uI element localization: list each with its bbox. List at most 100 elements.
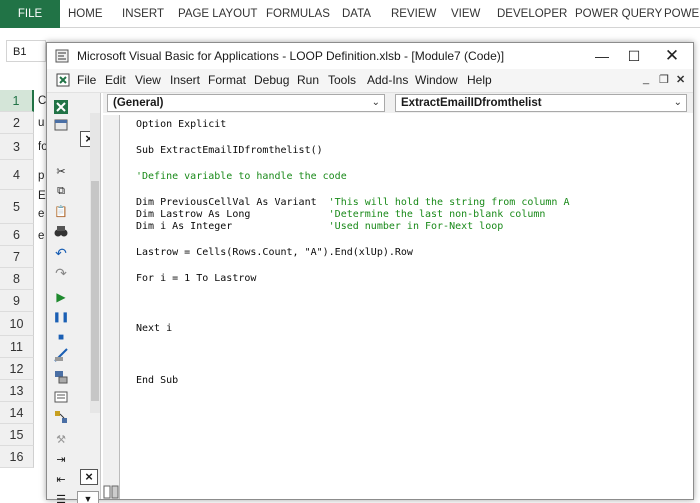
code-line[interactable]: Option Explicit [136, 119, 226, 130]
find-icon[interactable] [53, 223, 69, 239]
cut-icon[interactable]: ✂ [53, 163, 69, 179]
code-text: Dim Lastrow As Long [136, 209, 329, 220]
code-line[interactable]: Sub ExtractEmailIDfromthelist() [136, 145, 323, 156]
cell-text: p [38, 170, 45, 182]
tab-insert[interactable]: INSERT [122, 0, 164, 28]
tab-developer[interactable]: DEVELOPER [497, 0, 567, 28]
excel-ribbon: FILE HOME INSERT PAGE LAYOUT FORMULAS DA… [0, 0, 700, 28]
project-explorer-icon[interactable] [53, 369, 69, 385]
object-combo[interactable]: (General) ⌄ [107, 94, 385, 112]
row-header[interactable]: 16 [0, 446, 34, 468]
menu-window[interactable]: Window [415, 73, 458, 87]
mdi-minimize-button[interactable]: _ [643, 73, 649, 85]
row-header[interactable]: 11 [0, 336, 34, 358]
code-margin[interactable] [103, 115, 119, 499]
cell-text: e [38, 230, 45, 242]
tab-power-pivot[interactable]: POWE [664, 0, 699, 28]
cell-text: u [38, 117, 45, 129]
name-box[interactable]: B1 [6, 40, 46, 62]
indent-icon[interactable]: ⇥ [53, 451, 69, 467]
mdi-close-button[interactable]: ✕ [676, 73, 685, 86]
menu-view[interactable]: View [135, 73, 161, 87]
menu-debug[interactable]: Debug [254, 73, 289, 87]
outdent-icon[interactable]: ⇤ [53, 471, 69, 487]
row-header[interactable]: 6 [0, 224, 34, 246]
procedure-combo-value: ExtractEmailIDfromthelist [401, 97, 542, 109]
row-header[interactable]: 7 [0, 246, 34, 268]
excel-view-icon[interactable] [55, 72, 71, 88]
row-header[interactable]: 8 [0, 268, 34, 290]
design-mode-icon[interactable] [53, 347, 69, 363]
title-bar: Microsoft Visual Basic for Applications … [47, 43, 693, 69]
row-header[interactable]: 2 [0, 112, 34, 134]
menu-run[interactable]: Run [297, 73, 319, 87]
row-header[interactable]: 1 [0, 90, 34, 112]
row-header[interactable]: 15 [0, 424, 34, 446]
tab-data[interactable]: DATA [342, 0, 371, 28]
close-pane-icon[interactable]: × [80, 469, 98, 485]
vbe-window: Microsoft Visual Basic for Applications … [46, 42, 694, 503]
menu-add-ins[interactable]: Add-Ins [367, 73, 408, 87]
tab-review[interactable]: REVIEW [391, 0, 436, 28]
code-line[interactable]: End Sub [136, 375, 178, 386]
properties-icon[interactable] [53, 389, 69, 405]
view-toggle-icons[interactable] [103, 485, 119, 499]
code-text: Dim PreviousCellVal As Variant [136, 197, 329, 208]
code-editor[interactable]: Option Explicit Sub ExtractEmailIDfromth… [119, 115, 693, 499]
menu-format[interactable]: Format [208, 73, 246, 87]
reset-icon[interactable]: ■ [53, 329, 69, 345]
comment-block-icon[interactable]: ☰ [53, 491, 69, 503]
code-line[interactable]: Lastrow = Cells(Rows.Count, "A").End(xlU… [136, 247, 413, 258]
row-header[interactable]: 5 [0, 190, 34, 224]
code-text: Dim i As Integer [136, 221, 329, 232]
row-header[interactable]: 4 [0, 160, 34, 190]
undo-icon[interactable]: ↶ [53, 245, 69, 261]
paste-icon[interactable]: 📋 [53, 203, 69, 219]
scroll-thumb[interactable] [91, 181, 99, 401]
object-browser-icon[interactable] [53, 409, 69, 425]
break-icon[interactable]: ❚❚ [53, 309, 70, 325]
code-line[interactable]: Dim PreviousCellVal As Variant 'This wil… [136, 197, 569, 208]
row-header[interactable]: 3 [0, 134, 34, 160]
menu-help[interactable]: Help [467, 73, 492, 87]
row-header[interactable]: 10 [0, 312, 34, 336]
code-comment: 'This will hold the string from column A [328, 197, 570, 208]
window-title: Microsoft Visual Basic for Applications … [77, 49, 505, 63]
close-button[interactable]: ✕ [649, 43, 695, 69]
row-header[interactable]: 9 [0, 290, 34, 312]
code-pane: (General) ⌄ ExtractEmailIDfromthelist ⌄ … [103, 93, 693, 499]
excel-icon[interactable] [53, 99, 69, 115]
left-toolbar: × ✂ ⧉ 📋 ↶ ↷ ▶ ❚❚ ■ ⚒ ⇥ ⇤ ☰ × ▼ [47, 93, 101, 503]
code-line[interactable]: Next i [136, 323, 172, 334]
mdi-restore-button[interactable]: ❐ [659, 73, 669, 86]
combo-row: (General) ⌄ ExtractEmailIDfromthelist ⌄ [103, 93, 693, 113]
toolbox-icon[interactable]: ⚒ [53, 431, 69, 447]
cell-text: E [38, 190, 46, 202]
vertical-scrollbar[interactable] [90, 113, 100, 413]
tab-power-query[interactable]: POWER QUERY [575, 0, 662, 28]
redo-icon[interactable]: ↷ [53, 265, 69, 281]
tab-formulas[interactable]: FORMULAS [266, 0, 330, 28]
menu-edit[interactable]: Edit [105, 73, 126, 87]
menu-file[interactable]: File [77, 73, 96, 87]
tab-page-layout[interactable]: PAGE LAYOUT [178, 0, 257, 28]
insert-module-icon[interactable] [53, 117, 69, 133]
code-line[interactable]: Dim Lastrow As Long 'Determine the last … [136, 209, 545, 220]
menu-tools[interactable]: Tools [328, 73, 356, 87]
pane-dropdown[interactable]: ▼ [77, 491, 99, 503]
row-header[interactable]: 13 [0, 380, 34, 402]
file-tab[interactable]: FILE [0, 0, 60, 28]
menu-insert[interactable]: Insert [170, 73, 200, 87]
code-line[interactable]: Dim i As Integer 'Used number in For-Nex… [136, 221, 503, 232]
tab-view[interactable]: VIEW [451, 0, 480, 28]
chevron-down-icon: ⌄ [371, 97, 380, 108]
row-header[interactable]: 12 [0, 358, 34, 380]
procedure-combo[interactable]: ExtractEmailIDfromthelist ⌄ [395, 94, 687, 112]
tab-home[interactable]: HOME [68, 0, 103, 28]
code-comment: 'Used number in For-Next loop [328, 221, 504, 232]
row-header[interactable]: 14 [0, 402, 34, 424]
run-icon[interactable]: ▶ [53, 289, 69, 305]
copy-icon[interactable]: ⧉ [53, 183, 69, 199]
code-line[interactable]: For i = 1 To Lastrow [136, 273, 256, 284]
code-comment[interactable]: 'Define variable to handle the code [136, 171, 347, 182]
